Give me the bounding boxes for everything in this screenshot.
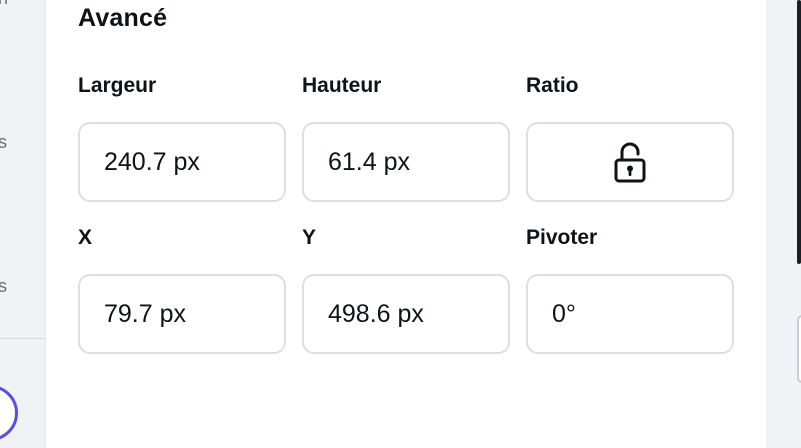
rotate-label: Pivoter (526, 226, 598, 249)
sidebar-divider (0, 338, 46, 339)
height-label: Hauteur (302, 74, 382, 97)
canvas-area-fragment (766, 0, 801, 448)
left-sidebar-fragment: n s s (0, 0, 46, 448)
height-value: 61.4 px (328, 147, 411, 176)
x-value: 79.7 px (104, 299, 187, 328)
ratio-lock-button[interactable] (526, 122, 734, 202)
sidebar-text-fragment: s (0, 132, 7, 152)
width-label: Largeur (78, 74, 157, 97)
sidebar-avatar-ring[interactable] (0, 385, 18, 441)
width-value: 240.7 px (104, 147, 200, 176)
x-input[interactable]: 79.7 px (78, 274, 286, 354)
rotate-input[interactable]: 0° (526, 274, 734, 354)
canvas-control-fragment[interactable] (797, 315, 801, 383)
position-panel: Avancé Largeur 240.7 px Hauteur 61.4 px … (46, 0, 766, 448)
rotate-value: 0° (552, 299, 576, 328)
unlock-icon (614, 142, 646, 183)
section-title-advanced: Avancé (78, 4, 168, 32)
scrollbar-thumb[interactable] (797, 0, 801, 264)
y-input[interactable]: 498.6 px (302, 274, 510, 354)
y-label: Y (302, 226, 317, 249)
ratio-label: Ratio (526, 74, 579, 97)
height-input[interactable]: 61.4 px (302, 122, 510, 202)
width-input[interactable]: 240.7 px (78, 122, 286, 202)
y-value: 498.6 px (328, 299, 424, 328)
sidebar-text-fragment: n (0, 0, 8, 9)
x-label: X (78, 226, 93, 249)
sidebar-text-fragment: s (0, 276, 7, 296)
